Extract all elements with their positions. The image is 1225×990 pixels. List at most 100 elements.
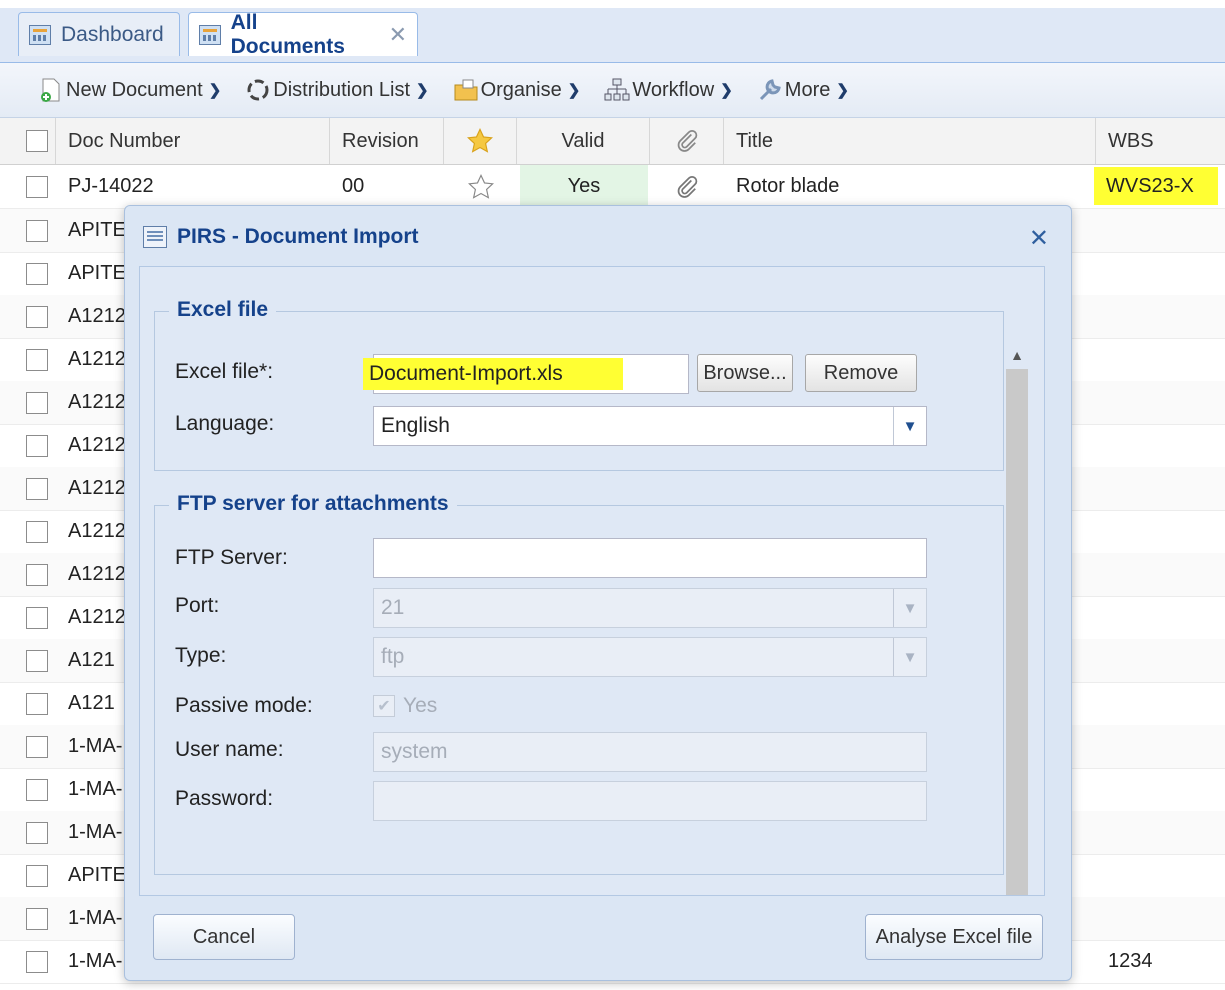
user-name-value: system (381, 740, 448, 763)
row-checkbox[interactable] (26, 607, 48, 629)
row-checkbox[interactable] (26, 349, 48, 371)
dialog-title: PIRS - Document Import (143, 220, 419, 254)
tab-all-documents[interactable]: All Documents ✕ (188, 10, 418, 58)
dialog-scrollbar[interactable]: ▲ ▼ (1004, 337, 1030, 895)
row-checkbox[interactable] (26, 822, 48, 844)
port-label: Port: (175, 594, 220, 617)
ftp-legend: FTP server for attachments (169, 492, 457, 516)
remove-button[interactable]: Remove (805, 354, 917, 392)
grid-header: Doc Number Revision Valid Title WBS (0, 118, 1225, 165)
column-title-label: Title (736, 129, 774, 152)
tab-all-documents-label: All Documents (230, 10, 345, 58)
column-revision-label: Revision (342, 129, 419, 152)
column-title[interactable]: Title (724, 118, 1096, 164)
chevron-down-icon: ❯ (208, 82, 222, 99)
workflow-icon (604, 78, 630, 101)
row-checkbox[interactable] (26, 263, 48, 285)
type-select: ftp ▼ (373, 637, 927, 677)
excel-file-value: Document-Import.xls (363, 358, 623, 390)
type-value: ftp (381, 645, 405, 668)
scroll-up-icon[interactable]: ▲ (1004, 343, 1030, 367)
column-valid-label: Valid (561, 129, 605, 152)
star-outline-icon[interactable] (466, 173, 496, 201)
row-checkbox[interactable] (26, 521, 48, 543)
user-name-label: User name: (175, 738, 284, 761)
cancel-button[interactable]: Cancel (153, 914, 295, 960)
favourite-cell[interactable] (444, 165, 517, 208)
checkmark-icon: ✔ (373, 695, 395, 717)
distribution-list-label: Distribution List (273, 78, 411, 101)
row-checkbox[interactable] (26, 306, 48, 328)
ftp-fieldset: FTP server for attachments FTP Server: P… (154, 492, 1004, 875)
excel-file-label: Excel file*: (175, 360, 274, 383)
row-checkbox[interactable] (26, 779, 48, 801)
chevron-down-icon: ❯ (416, 82, 429, 99)
row-checkbox[interactable] (26, 908, 48, 930)
column-revision[interactable]: Revision (330, 118, 444, 164)
distribution-list-button[interactable]: Distribution List ❯ (239, 73, 434, 107)
workflow-label: Workflow (632, 78, 715, 101)
language-value: English (381, 414, 450, 437)
close-icon[interactable]: ✕ (1029, 224, 1049, 253)
row-checkbox[interactable] (26, 392, 48, 414)
star-icon (467, 127, 493, 153)
workflow-button[interactable]: Workflow ❯ (598, 73, 738, 107)
row-checkbox[interactable] (26, 478, 48, 500)
language-select[interactable]: English ▼ (373, 406, 927, 446)
column-doc-number[interactable]: Doc Number (56, 118, 330, 164)
chevron-down-icon[interactable]: ▼ (893, 407, 926, 445)
row-checkbox[interactable] (26, 693, 48, 715)
documents-icon (199, 24, 221, 45)
organise-label: Organise (480, 78, 562, 101)
distribution-list-icon (247, 79, 269, 101)
row-checkbox[interactable] (26, 220, 48, 242)
row-checkbox[interactable] (26, 650, 48, 672)
row-checkbox[interactable] (26, 736, 48, 758)
tab-dashboard-label: Dashboard (61, 22, 164, 46)
tab-dashboard[interactable]: Dashboard (18, 12, 180, 56)
attachment-cell[interactable] (650, 165, 724, 208)
wbs-cell: 1234 (1108, 950, 1153, 972)
select-all-checkbox[interactable] (26, 130, 48, 152)
paperclip-icon (677, 129, 697, 152)
analyse-excel-button[interactable]: Analyse Excel file (865, 914, 1043, 960)
column-wbs[interactable]: WBS (1096, 118, 1225, 164)
row-checkbox[interactable] (26, 951, 48, 973)
browse-button[interactable]: Browse... (697, 354, 793, 392)
wbs-cell: WVS23-X (1094, 167, 1218, 205)
organise-button[interactable]: Organise ❯ (447, 73, 587, 107)
toolbar: New Document ❯ Distribution List ❯ Organ… (0, 63, 1225, 118)
dashboard-icon (29, 24, 51, 45)
excel-file-legend: Excel file (169, 298, 277, 322)
row-checkbox[interactable] (26, 564, 48, 586)
user-name-input: system (373, 732, 927, 772)
new-document-button[interactable]: New Document ❯ (32, 73, 227, 107)
chevron-down-icon: ▼ (893, 638, 926, 676)
excel-file-input[interactable]: Document-Import.xls (363, 354, 689, 394)
column-favourite[interactable] (444, 118, 517, 164)
header-select-cell (0, 118, 56, 164)
new-document-icon (41, 78, 60, 102)
chevron-down-icon: ❯ (836, 82, 849, 99)
paperclip-icon[interactable] (674, 174, 700, 200)
password-label: Password: (175, 787, 274, 810)
row-checkbox[interactable] (26, 176, 48, 198)
port-select: 21 ▼ (373, 588, 927, 628)
column-valid[interactable]: Valid (517, 118, 650, 164)
passive-mode-label: Passive mode: (175, 694, 313, 717)
import-icon (143, 226, 167, 248)
language-label: Language: (175, 412, 275, 435)
more-label: More (784, 78, 831, 101)
row-checkbox[interactable] (26, 865, 48, 887)
doc-number-cell: PJ-14022 (68, 175, 154, 197)
scrollbar-thumb[interactable] (1006, 369, 1028, 895)
table-row[interactable]: PJ-14022 00 Yes Rotor blade WVS23-X (0, 165, 1225, 209)
more-button[interactable]: More ❯ (751, 73, 855, 107)
ftp-server-input[interactable] (373, 538, 927, 578)
password-input (373, 781, 927, 821)
column-attachment[interactable] (650, 118, 724, 164)
close-tab-icon[interactable]: ✕ (389, 22, 407, 48)
row-checkbox[interactable] (26, 435, 48, 457)
excel-file-fieldset: Excel file Excel file*: Document-Import.… (154, 298, 1004, 471)
chevron-down-icon: ❯ (567, 82, 581, 99)
